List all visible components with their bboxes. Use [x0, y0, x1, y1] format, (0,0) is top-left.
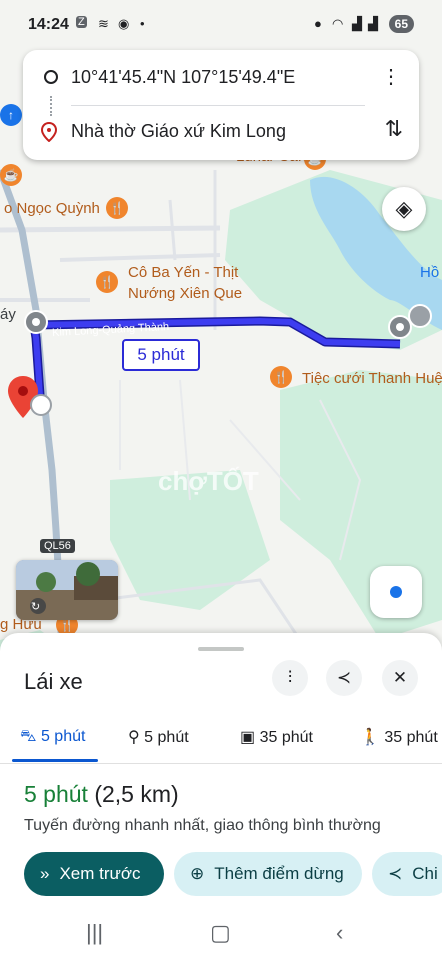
status-bar: 14:24 Z ≋ ◉ • ● ◠ ▟ ▟ 65	[0, 0, 442, 50]
back-icon[interactable]: ‹	[336, 920, 343, 946]
battery-level: 65	[388, 15, 414, 33]
destination-pin-icon	[41, 122, 57, 142]
tab-walk[interactable]: 🚶 35 phút	[360, 727, 438, 747]
origin-circle-icon	[44, 70, 58, 84]
map-label-ho: Hồ	[420, 264, 440, 281]
svg-text:↻: ↻	[31, 600, 40, 613]
my-location-button[interactable]	[370, 566, 422, 618]
preview-button[interactable]: » Xem trước	[24, 852, 164, 896]
share-icon: ≺	[388, 864, 403, 883]
summary-distance: (2,5 km)	[94, 781, 179, 807]
status-time: 14:24	[28, 16, 69, 33]
watermark: chợTỐT	[158, 466, 259, 496]
restaurant-poi-icon[interactable]: 🍴	[96, 271, 118, 293]
origin-input[interactable]: 10°41'45.4"N 107°15'49.4"E	[71, 67, 295, 88]
layers-button[interactable]: ◈	[382, 187, 426, 231]
map-label-may: áy	[0, 306, 16, 323]
tab-walk-label: 35 phút	[384, 729, 438, 746]
route-summary: 5 phút (2,5 km)	[24, 781, 179, 808]
activity-icon: ≋	[98, 16, 109, 31]
double-chevron-icon: »	[40, 864, 50, 883]
map-label-co-ba-yen: Cô Ba Yến - Thịt	[128, 264, 239, 281]
map-label-tiec-cuoi: Tiệc cưới Thanh Huệ	[302, 370, 442, 387]
destination-row[interactable]: Nhà thờ Giáo xứ Kim Long ⇅	[23, 110, 419, 154]
divider	[71, 105, 365, 106]
location-icon: ●	[314, 16, 322, 31]
motorbike-icon: ⚲	[128, 729, 140, 746]
sliders-icon: ⫶	[287, 668, 293, 687]
route-eta-chip[interactable]: 5 phút	[122, 339, 200, 371]
tab-motorbike[interactable]: ⚲ 5 phút	[128, 727, 189, 747]
drag-handle[interactable]	[198, 647, 244, 651]
zalo-icon: Z	[76, 16, 87, 28]
destination-input[interactable]: Nhà thờ Giáo xứ Kim Long	[71, 121, 286, 142]
origin-dot-icon	[408, 304, 432, 328]
origin-row[interactable]: 10°41'45.4"N 107°15'49.4"E ⋮	[23, 56, 419, 100]
share-route-label: Chi	[412, 864, 438, 883]
share-icon: ≺	[336, 668, 352, 687]
signal-icon: ▟	[352, 16, 362, 31]
directions-card: 10°41'45.4"N 107°15'49.4"E ⋮ Nhà thờ Giá…	[23, 50, 419, 160]
recents-icon[interactable]: |||	[86, 920, 103, 946]
tab-motorbike-label: 5 phút	[144, 729, 189, 746]
cafe-poi-icon[interactable]: ☕	[0, 164, 22, 186]
map-label-co-ba-yen-line2: Nướng Xiên Que	[128, 285, 243, 302]
home-icon[interactable]: ▢	[210, 920, 231, 946]
transit-icon: ▣	[240, 729, 256, 746]
share-route-button[interactable]: ≺ Chi	[372, 852, 442, 896]
close-icon: ✕	[392, 668, 408, 687]
map-label-ngoc-quynh: o Ngọc Quỳnh	[4, 200, 100, 217]
add-stop-button[interactable]: ⊕ Thêm điểm dừng	[174, 852, 362, 896]
add-stop-label: Thêm điểm dừng	[214, 864, 344, 883]
share-button[interactable]: ≺	[326, 660, 362, 696]
walk-icon: 🚶	[360, 729, 380, 746]
street-view-thumbnail[interactable]: ↻	[16, 560, 118, 620]
travel-mode-tabs: ⛍ 5 phút ⚲ 5 phút ▣ 35 phút 🚶 35 phút	[0, 715, 442, 764]
destination-dot-icon	[30, 394, 52, 416]
waypoint-marker-icon[interactable]	[22, 308, 50, 336]
active-tab-indicator	[12, 759, 98, 762]
restaurant-poi-icon[interactable]: 🍴	[270, 366, 292, 388]
swap-icon[interactable]: ⇅	[385, 116, 403, 142]
add-location-icon: ⊕	[190, 864, 205, 883]
options-button[interactable]: ⫶	[272, 660, 308, 696]
dot-icon: •	[140, 16, 145, 31]
system-nav-bar: ||| ▢ ‹	[0, 910, 442, 960]
car-icon: ⛍	[20, 728, 37, 745]
tab-transit[interactable]: ▣ 35 phút	[240, 727, 313, 747]
more-options-icon[interactable]: ⋮	[379, 64, 403, 89]
tab-drive[interactable]: ⛍ 5 phút	[20, 727, 85, 747]
route-description: Tuyến đường nhanh nhất, giao thông bình …	[24, 817, 381, 834]
wifi-icon: ◠	[332, 16, 344, 31]
location-dot-icon	[390, 586, 402, 598]
close-button[interactable]: ✕	[382, 660, 418, 696]
tab-drive-label: 5 phút	[40, 728, 86, 745]
street-view-image: ↻	[16, 560, 118, 620]
layers-icon: ◈	[395, 196, 413, 221]
highway-badge: QL56	[40, 539, 75, 553]
restaurant-poi-icon[interactable]: 🍴	[106, 197, 128, 219]
tab-transit-label: 35 phút	[259, 729, 313, 746]
summary-time: 5 phút	[24, 781, 88, 807]
sheet-title: Lái xe	[24, 669, 83, 694]
signal-icon: ▟	[368, 16, 378, 31]
info-poi-icon[interactable]: ↑	[0, 104, 22, 126]
preview-label: Xem trước	[59, 864, 141, 883]
shield-icon: ◉	[118, 16, 130, 31]
